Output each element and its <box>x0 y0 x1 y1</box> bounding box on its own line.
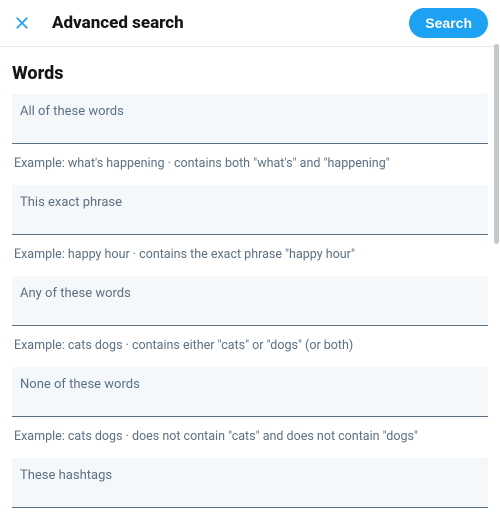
field-exact-phrase: This exact phrase Example: happy hour · … <box>0 185 500 276</box>
none-words-input[interactable]: None of these words <box>12 367 488 417</box>
field-label: These hashtags <box>20 468 112 483</box>
field-example: Example: cats dogs · does not contain "c… <box>12 423 488 458</box>
field-label: This exact phrase <box>20 195 122 210</box>
field-label: Any of these words <box>20 286 131 301</box>
page-title: Advanced search <box>52 13 409 33</box>
exact-phrase-input[interactable]: This exact phrase <box>12 185 488 235</box>
field-example: Example: what's happening · contains bot… <box>12 150 488 185</box>
field-all-words: All of these words Example: what's happe… <box>0 94 500 185</box>
all-words-input[interactable]: All of these words <box>12 94 488 144</box>
modal-header: Advanced search Search <box>0 0 500 47</box>
scrollbar-thumb[interactable] <box>494 44 499 244</box>
field-label: None of these words <box>20 377 140 392</box>
hashtags-input[interactable]: These hashtags <box>12 458 488 508</box>
search-button[interactable]: Search <box>409 8 488 38</box>
field-label: All of these words <box>20 104 124 119</box>
any-words-input[interactable]: Any of these words <box>12 276 488 326</box>
field-any-words: Any of these words Example: cats dogs · … <box>0 276 500 367</box>
content-area: Words All of these words Example: what's… <box>0 47 500 512</box>
close-icon[interactable] <box>12 13 32 33</box>
field-hashtags: These hashtags Example: #ThrowbackThursd… <box>0 458 500 512</box>
field-none-words: None of these words Example: cats dogs ·… <box>0 367 500 458</box>
field-example: Example: happy hour · contains the exact… <box>12 241 488 276</box>
section-title-words: Words <box>0 57 500 94</box>
field-example: Example: cats dogs · contains either "ca… <box>12 332 488 367</box>
